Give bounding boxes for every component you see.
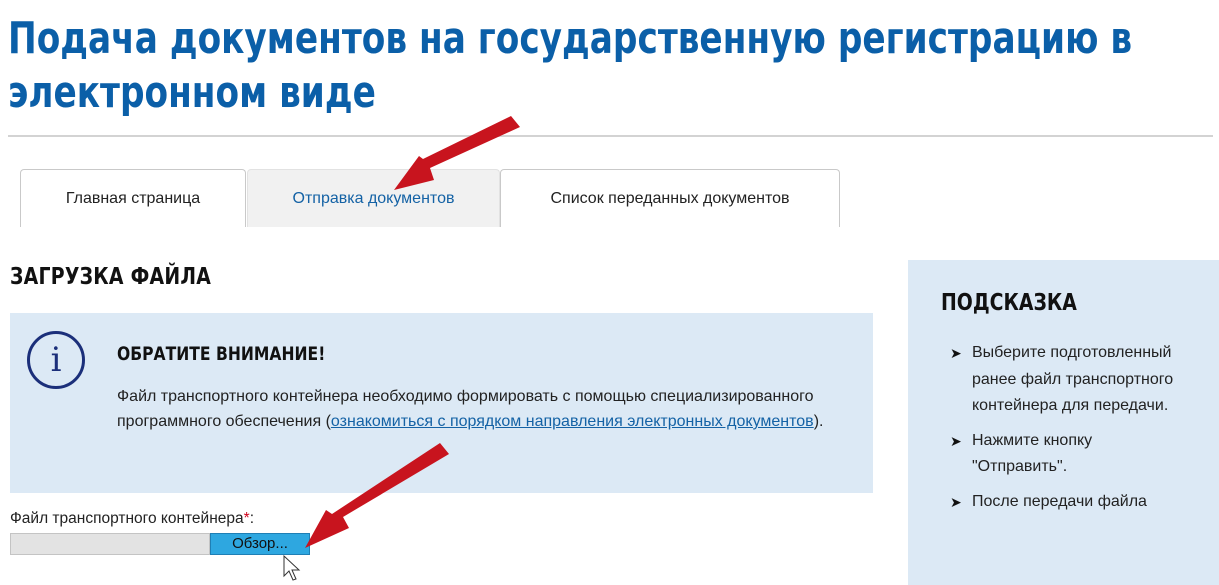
hint-item-text: После передачи файла bbox=[972, 492, 1147, 510]
hint-item-text: Выберите подготовленный ранее файл транс… bbox=[972, 344, 1174, 414]
hint-item: ➤ После передачи файла bbox=[950, 489, 1190, 516]
arrow-bullet-icon: ➤ bbox=[950, 493, 962, 510]
file-path-field[interactable] bbox=[10, 533, 210, 555]
notice-text: Файл транспортного контейнера необходимо… bbox=[117, 384, 857, 434]
notice-heading: ОБРАТИТЕ ВНИМАНИЕ! bbox=[117, 343, 326, 365]
arrow-bullet-icon: ➤ bbox=[950, 432, 962, 449]
mouse-cursor-icon bbox=[283, 554, 301, 581]
notice-text-after: ). bbox=[813, 413, 824, 430]
tab-send-documents-label: Отправка документов bbox=[292, 189, 455, 207]
hint-item: ➤ Нажмите кнопку "Отправить". bbox=[950, 428, 1190, 481]
page-title: Подача документов на государственную рег… bbox=[8, 12, 1133, 120]
tab-home[interactable]: Главная страница bbox=[20, 169, 246, 227]
notice-box: i ОБРАТИТЕ ВНИМАНИЕ! Файл транспортного … bbox=[10, 313, 873, 493]
tab-send-documents[interactable]: Отправка документов bbox=[247, 169, 500, 227]
tab-sent-documents-list[interactable]: Список переданных документов bbox=[500, 169, 840, 227]
file-field-label-text: Файл транспортного контейнера bbox=[10, 510, 244, 527]
hint-item: ➤ Выберите подготовленный ранее файл тра… bbox=[950, 340, 1190, 420]
file-field-label: Файл транспортного контейнера*: bbox=[10, 510, 254, 528]
procedure-link[interactable]: ознакомиться с порядком направления элек… bbox=[331, 413, 814, 430]
page-title-line-1: Подача документов на государственную рег… bbox=[8, 13, 1133, 64]
tab-home-label: Главная страница bbox=[65, 189, 201, 207]
label-colon: : bbox=[249, 510, 254, 527]
browse-button[interactable]: Обзор... bbox=[210, 533, 310, 555]
section-title-upload: ЗАГРУЗКА ФАЙЛА bbox=[10, 264, 212, 290]
hint-item-text: Нажмите кнопку "Отправить". bbox=[972, 431, 1093, 476]
tab-sent-documents-list-label: Список переданных документов bbox=[550, 189, 790, 207]
hint-panel: ПОДСКАЗКА ➤ Выберите подготовленный ране… bbox=[908, 260, 1219, 585]
arrow-bullet-icon: ➤ bbox=[950, 345, 962, 361]
info-icon: i bbox=[27, 331, 85, 389]
title-divider bbox=[8, 135, 1213, 137]
page-title-line-2: электронном виде bbox=[8, 67, 376, 118]
hint-title: ПОДСКАЗКА bbox=[941, 290, 1077, 316]
hint-list: ➤ Выберите подготовленный ранее файл тра… bbox=[950, 340, 1190, 523]
